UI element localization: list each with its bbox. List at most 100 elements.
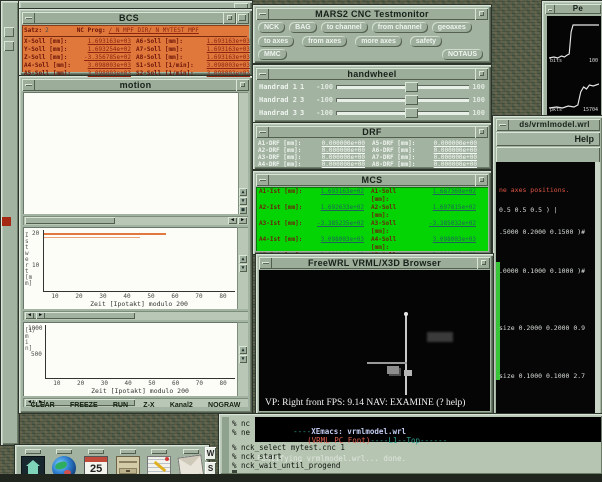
subpanel-arrow[interactable]: [120, 449, 136, 454]
editor-scrollbar[interactable]: [595, 162, 600, 426]
window-menu-button[interactable]: [545, 4, 555, 14]
minimize-button[interactable]: [477, 257, 490, 269]
plot1-horizontal-scrollbar[interactable]: ◄ ►: [23, 311, 248, 320]
subpanel-arrow[interactable]: [183, 449, 199, 454]
maximize-button[interactable]: [236, 12, 249, 24]
drf-window: DRF A1-DRF [mm]:0.000000e+00A5-DRF [mm]:…: [252, 122, 492, 170]
subpanel-arrow[interactable]: [56, 449, 72, 454]
testmonitor-titlebar[interactable]: MARS2 CNC Testmonitor: [256, 8, 488, 20]
xemacs-minibuffer-overlay: ----XEmacs: vrmlmodel.wrl (VRML PC Font)…: [255, 417, 601, 442]
minimize-button[interactable]: [475, 68, 488, 80]
bcs-titlebar[interactable]: BCS: [22, 12, 249, 24]
from-channel-button[interactable]: from channel: [372, 22, 428, 33]
scroll-left-icon[interactable]: ◄: [25, 312, 34, 319]
window-menu-button[interactable]: [256, 8, 269, 20]
mcs-titlebar[interactable]: MCS: [256, 174, 488, 186]
scroll-down-icon[interactable]: ▼: [239, 264, 247, 272]
scrollbar-thumb[interactable]: [25, 217, 115, 224]
nck-button[interactable]: NCK: [258, 22, 285, 33]
minimize-button[interactable]: [475, 174, 488, 186]
window-menu-button[interactable]: [496, 119, 509, 131]
motion-titlebar[interactable]: motion: [22, 79, 249, 91]
editor-line: .5000 0.2000 0.1500 )#: [499, 228, 585, 236]
scroll-right-icon[interactable]: ►: [36, 312, 45, 319]
plot2-y-axis: [45, 325, 46, 379]
plot1-scrollbar[interactable]: ▲ ▼: [237, 227, 248, 309]
canvas-horizontal-scrollbar[interactable]: ◄ ►: [23, 216, 248, 225]
subpanel-arrow[interactable]: [88, 449, 104, 454]
drf-titlebar[interactable]: DRF: [256, 126, 488, 138]
minimize-button[interactable]: [475, 126, 488, 138]
slider-handle[interactable]: [405, 95, 418, 105]
subpanel-arrow[interactable]: [151, 449, 167, 454]
canvas-vertical-scrollbar[interactable]: ▲ ▼ ■: [238, 92, 248, 214]
plot2-ytick-500: 500: [31, 352, 42, 358]
left-edge-widget[interactable]: [4, 27, 14, 37]
freewrl-3d-viewport[interactable]: VP: Right front FPS: 9.14 NAV: EXAMINE (…: [259, 270, 490, 411]
scroll-up-icon[interactable]: ▲: [239, 255, 247, 263]
freewrl-window: FreeWRL VRML/X3D Browser VP: Right front…: [255, 253, 494, 415]
minimize-icon: [479, 11, 484, 16]
mcs-title: MCS: [269, 174, 475, 186]
handrad3-slider[interactable]: [336, 111, 469, 115]
nograw-button[interactable]: NOGRAW: [208, 400, 240, 411]
notaus-button[interactable]: NOTAUS: [442, 49, 483, 60]
pkts-label: pkts: [550, 107, 562, 113]
left-edge-widget[interactable]: [4, 41, 14, 51]
subpanel-arrow[interactable]: [25, 449, 41, 454]
window-menu-button[interactable]: [256, 174, 269, 186]
bag-button[interactable]: BAG: [289, 22, 317, 33]
handrad2-slider[interactable]: [336, 98, 469, 102]
zx-button[interactable]: Z-X: [143, 400, 154, 411]
scroll-up-icon[interactable]: ▲: [239, 346, 247, 354]
handwheel-titlebar[interactable]: handwheel: [256, 68, 488, 80]
to-channel-button[interactable]: to channel: [321, 22, 368, 33]
geoaxes-button[interactable]: geoaxes: [432, 22, 472, 33]
editor-text-area[interactable]: ne axes positions. 0.5 0.5 0.5 ) | .5000…: [496, 162, 600, 426]
performance-titlebar[interactable]: Pe: [545, 4, 601, 14]
terminal-cursor: [232, 470, 237, 473]
handrad1-slider[interactable]: [336, 85, 469, 89]
scroll-up-icon[interactable]: ▲: [239, 188, 247, 196]
editor-line: ne axes positions.: [499, 186, 569, 194]
minimize-button[interactable]: [236, 79, 249, 91]
clear-button[interactable]: CLEAR: [31, 400, 55, 411]
window-menu-button[interactable]: [22, 79, 35, 91]
minimize-icon: [479, 177, 484, 182]
handrad2-label: Handrad 2: [259, 95, 297, 105]
kanal2-button[interactable]: Kanal2: [170, 400, 193, 411]
scroll-down-icon[interactable]: ▼: [239, 197, 247, 205]
window-menu-button[interactable]: [256, 68, 269, 80]
scroll-right-icon[interactable]: ►: [238, 217, 247, 224]
window-menu-button[interactable]: [22, 12, 35, 24]
handwheel-row: Handrad 2 3 -100 100: [259, 95, 485, 105]
to-axes-button[interactable]: to axes: [258, 36, 294, 47]
plot2-scrollbar[interactable]: ▲ ▼: [237, 322, 248, 396]
editor-titlebar[interactable]: ds/vrmlmodel.wrl: [496, 119, 600, 131]
slider-handle[interactable]: [405, 108, 418, 118]
from-axes-button[interactable]: from axes: [302, 36, 347, 47]
menu-help[interactable]: Help: [574, 134, 594, 144]
motion-canvas[interactable]: ▲ ▼ ■: [23, 92, 248, 214]
mcs-content: A1-Ist [mm]:1.693163e+02A1-Soll [mm]:1.6…: [256, 187, 488, 251]
scroll-corner[interactable]: ■: [239, 206, 247, 214]
window-menu-icon: [25, 84, 32, 86]
performance-monitor-window: Pe bits 100 pkts 15704: [541, 0, 602, 121]
plot1-ylabel: Istwert[mm]: [25, 233, 32, 287]
minimize-button[interactable]: [223, 12, 236, 24]
window-menu-button[interactable]: [259, 257, 272, 269]
mmc-button[interactable]: MMC: [258, 49, 287, 60]
more-axes-button[interactable]: more axes: [355, 36, 402, 47]
scroll-left-icon[interactable]: ◄: [228, 217, 237, 224]
terminal-content[interactable]: % nc % ne ----XEmacs: vrmlmodel.wrl (VRM…: [229, 416, 601, 473]
minimize-button[interactable]: [475, 8, 488, 20]
freewrl-titlebar[interactable]: FreeWRL VRML/X3D Browser: [259, 257, 490, 269]
slider-handle[interactable]: [405, 82, 418, 92]
scroll-down-icon[interactable]: ▼: [239, 355, 247, 363]
freeze-button[interactable]: FREEZE: [70, 400, 98, 411]
safety-button[interactable]: safety: [410, 36, 442, 47]
run-button[interactable]: RUN: [113, 400, 128, 411]
window-menu-button[interactable]: [256, 126, 269, 138]
workspace-button-w[interactable]: W: [205, 447, 216, 460]
terminal-scrollbar[interactable]: [221, 416, 229, 473]
